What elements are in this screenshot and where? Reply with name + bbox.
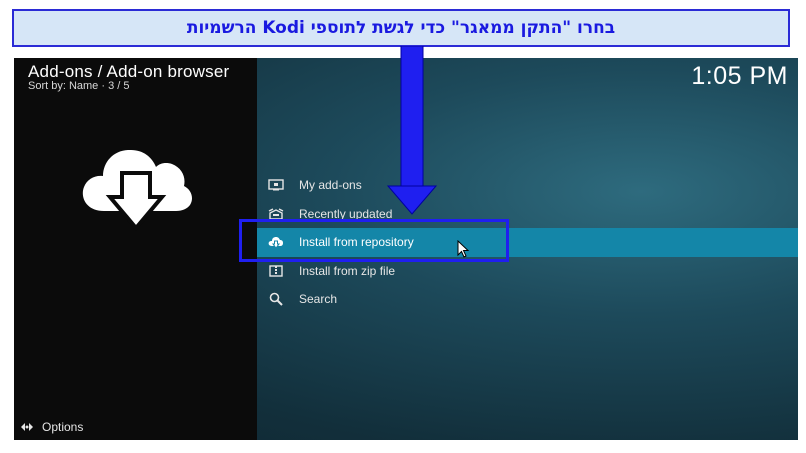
instruction-banner: בחרו "התקן ממאגר" כדי לגשת לתוספי Kodi ה…: [12, 9, 790, 47]
menu-item-search[interactable]: Search: [257, 285, 798, 314]
menu-item-label: My add-ons: [299, 178, 362, 193]
annotation-arrow: [386, 46, 438, 215]
clock: 1:05 PM: [691, 62, 788, 90]
options-button[interactable]: Options: [20, 420, 83, 434]
monitor-box-icon: [267, 178, 285, 192]
menu-item-label: Search: [299, 292, 338, 307]
magnifier-icon: [267, 292, 285, 306]
sort-info: Sort by: Name · 3 / 5: [28, 80, 130, 92]
left-panel: [14, 58, 257, 440]
page-title: Add-ons / Add-on browser: [28, 62, 230, 81]
instruction-banner-text: בחרו "התקן ממאגר" כדי לגשת לתוספי Kodi ה…: [186, 18, 616, 38]
cloud-download-large-icon: [82, 149, 192, 232]
mouse-pointer-icon: [457, 240, 470, 258]
menu-item-label: Install from zip file: [299, 263, 396, 278]
zip-box-icon: [267, 264, 285, 278]
options-arrows-icon: [20, 420, 34, 434]
options-label: Options: [42, 420, 84, 434]
menu-item-my-addons[interactable]: My add-ons: [257, 171, 798, 200]
